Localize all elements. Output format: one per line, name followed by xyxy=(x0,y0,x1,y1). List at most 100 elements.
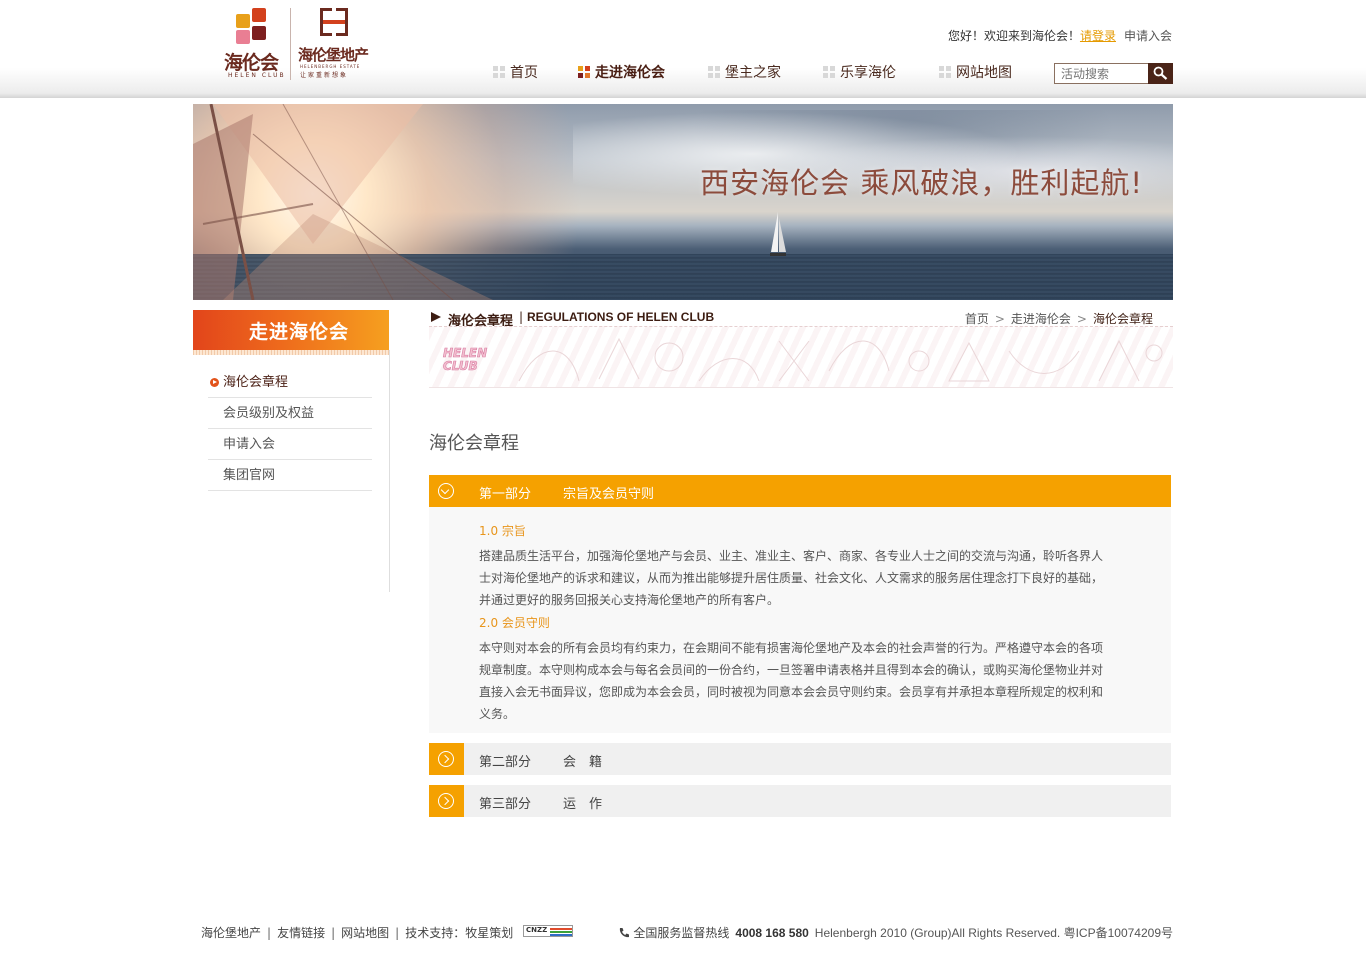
helenbergh-estate-logo[interactable]: 海伦堡地产 HELENBERGH ESTATE 让家重新想象 xyxy=(298,8,378,80)
accordion-part-title: 运 作 xyxy=(563,797,603,812)
breadcrumb: 首页 > 走进海伦会 > 海伦会章程 xyxy=(965,310,1153,327)
hero-banner: 西安海伦会 乘风破浪，胜利起航! xyxy=(193,104,1173,300)
sidebar-item-label: 海伦会章程 xyxy=(223,375,289,390)
clause-text: 本守则对本会的所有会员均有约束力，在会期间不能有损害海伦堡地产及本会的社会声誉的… xyxy=(479,641,1104,721)
sidebar-title-text: 走进海伦会 xyxy=(249,321,350,343)
site-footer: 海伦堡地产 | 友情链接 | 网站地图 | 技术支持：牧星策划 CNZZ 全国服务监督热线 4… xyxy=(201,924,1173,944)
accordion-body-part-1: 1.0 宗旨 搭建品质生活平台，加强海伦堡地产与会员、业主、准业主、客户、商家、… xyxy=(429,507,1171,733)
sidebar-title-underline xyxy=(193,350,389,355)
breadcrumb-about[interactable]: 走进海伦会 xyxy=(1011,312,1071,326)
site-header: 海伦会 HELEN CLUB 海伦堡地产 HELENBERGH ESTATE 让… xyxy=(0,0,1366,98)
accordion-header-part-2[interactable]: 第二部分 会 籍 xyxy=(429,743,1171,775)
clause-text: 搭建品质生活平台，加强海伦堡地产与会员、业主、准业主、客户、商家、各专业人士之间… xyxy=(479,549,1104,607)
welcome-text: 您好！欢迎来到海伦会！ xyxy=(947,29,1080,43)
sidebar-divider xyxy=(389,350,390,592)
chevron-right-icon: > xyxy=(1076,312,1087,326)
copyright: Helenbergh 2010 (Group)All Rights Reserv… xyxy=(814,926,1173,940)
nav-label: 网站地图 xyxy=(956,65,1012,81)
distant-sailboat-icon xyxy=(770,212,786,256)
logo-square-icon xyxy=(252,8,266,22)
accordion-toggle[interactable] xyxy=(429,785,464,817)
hotline-number: 4008 168 580 xyxy=(735,926,809,940)
helen-club-decor-strip: HELEN CLUB xyxy=(429,326,1173,388)
accordion-toggle[interactable] xyxy=(429,475,464,507)
logo-club-text: 海伦会 xyxy=(224,52,279,74)
accordion-part-number: 第二部分 xyxy=(479,755,532,770)
sidebar-title: 走进海伦会 xyxy=(193,310,389,350)
logo-square-icon xyxy=(236,14,250,28)
accordion-part-number: 第一部分 xyxy=(479,487,532,502)
cnzz-label: CNZZ xyxy=(526,926,548,934)
sidebar-item-group-site[interactable]: 集团官网 xyxy=(208,460,372,491)
breadcrumb-current: 海伦会章程 xyxy=(1092,312,1153,326)
clause-heading: 2.0 会员守则 xyxy=(479,616,550,630)
top-links: 您好！欢迎来到海伦会！请登录 申请入会 xyxy=(948,27,1172,44)
sidebar-item-membership-levels[interactable]: 会员级别及权益 xyxy=(208,398,372,429)
clause-heading: 1.0 宗旨 xyxy=(479,524,526,538)
active-arrow-icon xyxy=(210,378,219,387)
sidebar-item-label: 集团官网 xyxy=(223,468,276,483)
nav-grid-icon xyxy=(493,66,505,78)
logo-divider xyxy=(290,8,291,80)
sidebar-item-label: 会员级别及权益 xyxy=(223,406,315,421)
phone-icon xyxy=(620,928,630,938)
section-arrow-icon xyxy=(431,312,441,322)
section-title-en: REGULATIONS OF HELEN CLUB xyxy=(527,310,715,324)
logo-estate-text: 海伦堡地产 xyxy=(298,46,369,64)
search-button[interactable] xyxy=(1148,63,1173,84)
clause-member-rules: 2.0 会员守则 本守则对本会的所有会员均有约束力，在会期间不能有损害海伦堡地产… xyxy=(479,614,1109,725)
logo-club-subtext: HELEN CLUB xyxy=(228,72,286,79)
join-link[interactable]: 申请入会 xyxy=(1124,29,1172,43)
nav-item-enjoy[interactable]: 乐享海伦 xyxy=(823,62,896,82)
footer-link-tech-support[interactable]: 技术支持：牧星策划 xyxy=(405,926,513,940)
footer-link-estate[interactable]: 海伦堡地产 xyxy=(201,926,261,940)
nav-label: 首页 xyxy=(510,65,538,81)
nav-label: 乐享海伦 xyxy=(840,65,896,81)
footer-link-sitemap[interactable]: 网站地图 xyxy=(341,926,389,940)
logo-square-icon xyxy=(252,26,266,40)
sidebar-item-apply[interactable]: 申请入会 xyxy=(208,429,372,460)
accordion-part-title: 会 籍 xyxy=(563,755,603,770)
nav-item-sitemap[interactable]: 网站地图 xyxy=(939,62,1012,82)
accordion-part-title: 宗旨及会员守则 xyxy=(563,487,655,502)
search-input[interactable] xyxy=(1054,63,1148,84)
nav-label: 走进海伦会 xyxy=(595,65,665,81)
sidebar-item-label: 申请入会 xyxy=(223,437,276,452)
banner-caption: 西安海伦会 乘风破浪，胜利起航! xyxy=(700,166,1143,200)
chevron-right-circle-icon xyxy=(438,793,454,809)
sidebar-item-regulations[interactable]: 海伦会章程 xyxy=(208,367,372,398)
estate-h-icon xyxy=(320,8,348,36)
login-link[interactable]: 请登录 xyxy=(1080,29,1116,43)
cnzz-stats-badge[interactable]: CNZZ xyxy=(523,925,573,937)
logo-estate-en: HELENBERGH ESTATE xyxy=(300,64,361,69)
nav-grid-icon xyxy=(823,66,835,78)
chevron-down-circle-icon xyxy=(438,483,454,499)
nav-label: 堡主之家 xyxy=(725,65,781,81)
search-icon xyxy=(1153,66,1168,80)
helen-club-strip-label: HELEN CLUB xyxy=(443,346,488,373)
sailboat-deck-image xyxy=(193,104,493,300)
nav-grid-icon xyxy=(939,66,951,78)
accordion-toggle[interactable] xyxy=(429,743,464,775)
decorative-sketch-art xyxy=(518,337,1163,382)
accordion-part-number: 第三部分 xyxy=(479,797,532,812)
nav-item-home[interactable]: 首页 xyxy=(493,62,538,82)
footer-contact: 全国服务监督热线 4008 168 580 Helenbergh 2010 (Gro… xyxy=(618,924,1173,941)
accordion-header-part-1[interactable]: 第一部分 宗旨及会员守则 xyxy=(429,475,1171,507)
page-title: 海伦会章程 xyxy=(429,433,519,454)
chevron-right-icon: > xyxy=(994,312,1005,326)
search-box xyxy=(1054,63,1173,84)
section-title-separator: | xyxy=(519,310,524,324)
clause-purpose: 1.0 宗旨 搭建品质生活平台，加强海伦堡地产与会员、业主、准业主、客户、商家、… xyxy=(479,522,1109,611)
chevron-right-circle-icon xyxy=(438,751,454,767)
footer-link-friends[interactable]: 友情链接 xyxy=(277,926,325,940)
breadcrumb-home[interactable]: 首页 xyxy=(965,312,989,326)
logo-square-icon xyxy=(236,30,250,44)
nav-item-owners[interactable]: 堡主之家 xyxy=(708,62,781,82)
helen-club-logo[interactable]: 海伦会 HELEN CLUB xyxy=(222,6,286,79)
sidebar-menu: 海伦会章程 会员级别及权益 申请入会 集团官网 xyxy=(208,367,372,491)
section-header: 海伦会章程 | REGULATIONS OF HELEN CLUB 首页 > 走进海… xyxy=(429,308,1173,329)
nav-grid-icon xyxy=(578,66,590,78)
accordion-header-part-3[interactable]: 第三部分 运 作 xyxy=(429,785,1171,817)
nav-item-about[interactable]: 走进海伦会 xyxy=(578,62,665,82)
